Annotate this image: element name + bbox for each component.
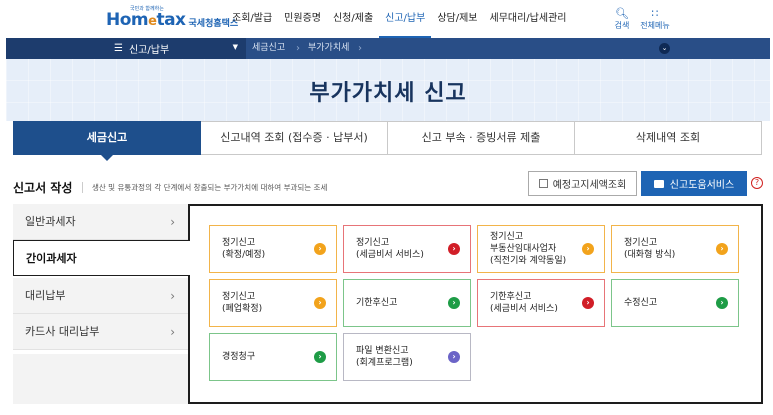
arrow-right-icon: › bbox=[716, 243, 728, 255]
card-late-report[interactable]: 기한후신고 › bbox=[343, 279, 471, 327]
card-label: 파일 변환신고 (회계프로그램) bbox=[356, 346, 413, 368]
card-correction-claim[interactable]: 경정청구 › bbox=[209, 333, 337, 381]
estimated-tax-inquiry-label: 예정고지세액조회 bbox=[552, 180, 627, 191]
card-label: 정기신고 (폐업확정) bbox=[222, 292, 263, 314]
card-file-conversion-report[interactable]: 파일 변환신고 (회계프로그램) › bbox=[343, 333, 471, 381]
breadcrumb-item-vat[interactable]: 부가가치세 bbox=[308, 38, 349, 59]
search-label: 검색 bbox=[614, 21, 630, 30]
page-banner: 부가가치세 신고 bbox=[6, 59, 770, 121]
card-label: 기한후신고 bbox=[356, 298, 398, 308]
all-menu-button[interactable]: ∷ 전체메뉴 bbox=[637, 8, 673, 31]
caret-down-icon: ▼ bbox=[232, 43, 238, 51]
nav-item-certificate[interactable]: 민원증명 bbox=[278, 0, 327, 38]
card-label: 정기신고 (대화형 방식) bbox=[624, 238, 676, 260]
chevron-down-icon[interactable]: ⌄ bbox=[659, 43, 670, 54]
document-icon bbox=[538, 179, 548, 188]
all-menu-label: 전체메뉴 bbox=[640, 21, 670, 30]
help-icon[interactable]: ? bbox=[751, 177, 763, 189]
breadcrumb-item-tax-report[interactable]: 세금신고 bbox=[252, 38, 285, 59]
card-regular-report-final[interactable]: 정기신고 (확정/예정) › bbox=[209, 225, 337, 273]
tab-tax-report[interactable]: 세금신고 bbox=[13, 121, 201, 161]
card-label: 수정신고 bbox=[624, 298, 658, 308]
chevron-right-icon: › bbox=[358, 43, 362, 54]
card-label: 기한후신고 (세금비서 서비스) bbox=[490, 292, 558, 314]
logo-tagline: 국민과 함께하는 bbox=[130, 6, 164, 12]
nav-item-agent[interactable]: 세무대리/납세관리 bbox=[484, 0, 573, 38]
card-label: 정기신고 (세금비서 서비스) bbox=[356, 238, 424, 260]
side-item-general-taxpayer[interactable]: 일반과세자 › bbox=[13, 204, 189, 240]
report-help-service-label: 신고도움서비스 bbox=[669, 180, 735, 191]
side-menu: 일반과세자 › 간이과세자 대리납부 › 카드사 대리납부 › bbox=[13, 204, 190, 404]
arrow-right-icon: › bbox=[582, 243, 594, 255]
card-regular-report-closure[interactable]: 정기신고 (폐업확정) › bbox=[209, 279, 337, 327]
arrow-right-icon: › bbox=[716, 297, 728, 309]
nav-item-consult[interactable]: 상담/제보 bbox=[431, 0, 483, 38]
side-item-label: 간이과세자 bbox=[26, 252, 77, 265]
search-icon: 🔍︎ bbox=[615, 7, 629, 20]
book-icon bbox=[653, 179, 664, 188]
grid-icon: ∷ bbox=[651, 7, 659, 20]
side-item-label: 대리납부 bbox=[25, 289, 66, 302]
search-button[interactable]: 🔍︎ 검색 bbox=[604, 8, 640, 31]
hometax-logo[interactable]: 국민과 함께하는 Hometax 국세청홈택스 bbox=[106, 6, 238, 31]
side-item-label: 카드사 대리납부 bbox=[25, 325, 100, 338]
arrow-right-icon: › bbox=[448, 297, 460, 309]
nav-item-report-pay[interactable]: 신고/납부 bbox=[379, 0, 432, 38]
arrow-right-icon: › bbox=[314, 297, 326, 309]
tab-deleted-history[interactable]: 삭제내역 조회 bbox=[574, 121, 762, 155]
arrow-right-icon: › bbox=[582, 297, 594, 309]
card-late-report-secretary[interactable]: 기한후신고 (세금비서 서비스) › bbox=[477, 279, 605, 327]
tab-bar: 세금신고 신고내역 조회 (접수증 · 납부서) 신고 부속 · 증빙서류 제출… bbox=[13, 121, 765, 161]
tab-attachment-submit[interactable]: 신고 부속 · 증빙서류 제출 bbox=[387, 121, 575, 155]
side-item-card-proxy-payment[interactable]: 카드사 대리납부 › bbox=[13, 314, 189, 350]
card-regular-report-real-estate[interactable]: 정기신고 부동산임대사업자 (직전기와 계약동일) › bbox=[477, 225, 605, 273]
arrow-right-icon: › bbox=[448, 351, 460, 363]
top-header: 국민과 함께하는 Hometax 국세청홈택스 조회/발급 민원증명 신청/제출… bbox=[0, 0, 773, 38]
arrow-right-icon: › bbox=[314, 243, 326, 255]
card-regular-report-interactive[interactable]: 정기신고 (대화형 방식) › bbox=[611, 225, 739, 273]
chevron-right-icon: › bbox=[170, 289, 175, 303]
nav-item-application[interactable]: 신청/제출 bbox=[327, 0, 379, 38]
section-description: 생산 및 유통과정의 각 단계에서 창출되는 부가가치에 대하여 부과되는 조세 bbox=[82, 182, 327, 193]
card-label: 경정청구 bbox=[222, 352, 256, 362]
estimated-tax-inquiry-button[interactable]: 예정고지세액조회 bbox=[528, 171, 637, 196]
card-amended-report[interactable]: 수정신고 › bbox=[611, 279, 739, 327]
chevron-right-icon: › bbox=[170, 215, 175, 229]
breadcrumb-menu-label: 신고/납부 bbox=[128, 45, 170, 56]
tab-report-history[interactable]: 신고내역 조회 (접수증 · 납부서) bbox=[200, 121, 388, 155]
report-help-service-button[interactable]: 신고도움서비스 bbox=[641, 171, 747, 196]
arrow-right-icon: › bbox=[314, 351, 326, 363]
logo-wordmark: Hometax bbox=[106, 10, 186, 30]
breadcrumb: ☰ 신고/납부 ▼ 세금신고 › 부가가치세 › ⌄ bbox=[6, 38, 770, 59]
chevron-right-icon: › bbox=[170, 325, 175, 339]
page-title: 부가가치세 신고 bbox=[309, 81, 467, 106]
report-options-panel: 정기신고 (확정/예정) › 정기신고 (세금비서 서비스) › 정기신고 부동… bbox=[188, 204, 763, 404]
card-regular-report-secretary[interactable]: 정기신고 (세금비서 서비스) › bbox=[343, 225, 471, 273]
hamburger-icon: ☰ bbox=[114, 43, 123, 54]
card-label: 정기신고 부동산임대사업자 (직전기와 계약동일) bbox=[490, 232, 567, 266]
side-menu-filler bbox=[13, 354, 189, 404]
global-nav: 조회/발급 민원증명 신청/제출 신고/납부 상담/제보 세무대리/납세관리 bbox=[226, 0, 572, 38]
chevron-right-icon: › bbox=[296, 43, 300, 54]
side-item-proxy-payment[interactable]: 대리납부 › bbox=[13, 278, 189, 314]
arrow-right-icon: › bbox=[448, 243, 460, 255]
side-item-label: 일반과세자 bbox=[25, 215, 76, 228]
nav-item-inquiry[interactable]: 조회/발급 bbox=[226, 0, 278, 38]
card-label: 정기신고 (확정/예정) bbox=[222, 238, 266, 260]
section-title: 신고서 작성 bbox=[13, 181, 73, 195]
side-item-simplified-taxpayer[interactable]: 간이과세자 bbox=[13, 240, 190, 276]
breadcrumb-menu-select[interactable]: ☰ 신고/납부 ▼ bbox=[6, 38, 246, 59]
